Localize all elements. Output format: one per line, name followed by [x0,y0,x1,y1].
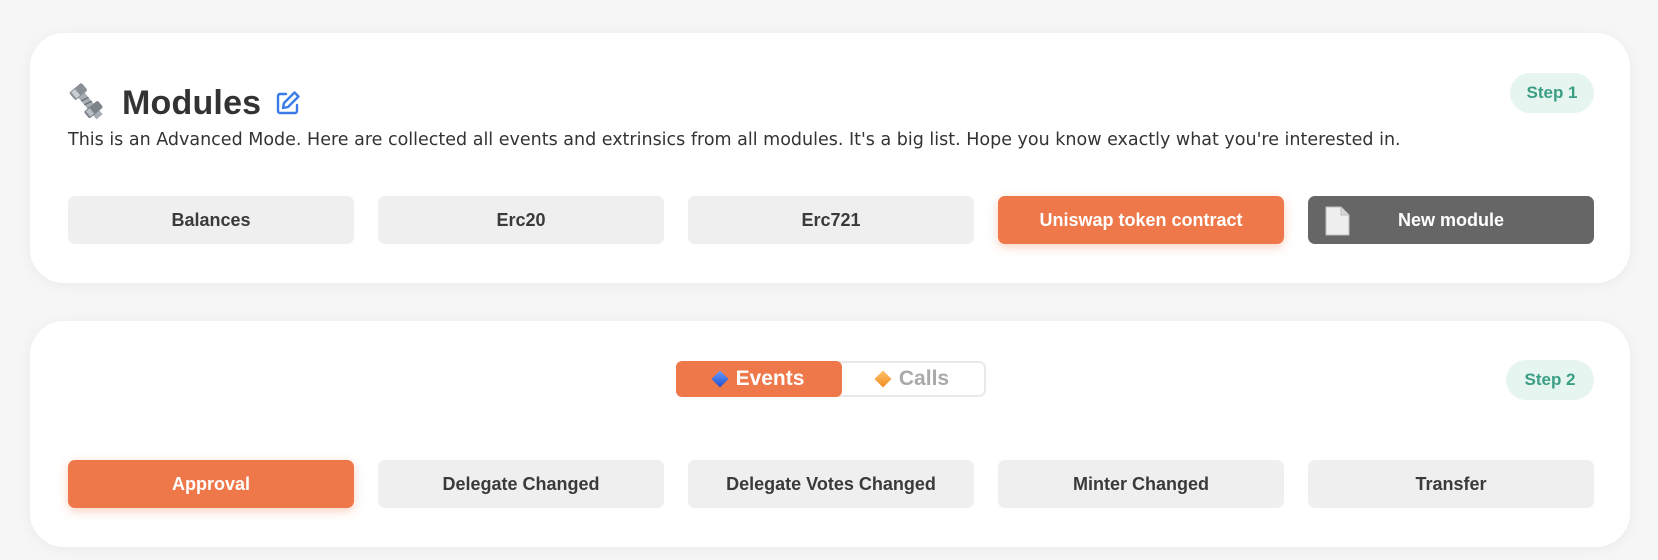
event-button-transfer[interactable]: Transfer [1308,460,1594,508]
tab-events-label: Events [735,367,805,390]
bolt-icon [69,83,103,120]
new-module-label: New module [1397,209,1504,230]
event-button-delegate-changed[interactable]: Delegate Changed [378,460,664,508]
orange-diamond-icon [874,370,892,388]
page-title: Modules [122,83,262,122]
tab-events[interactable]: Events [676,361,842,397]
file-icon [1325,206,1350,236]
modules-list: Balances Erc20 Erc721 Uniswap token cont… [68,196,1594,244]
events-card: Events Calls Step 2 Approval Delegate Ch… [30,321,1630,547]
event-button-delegate-votes-changed[interactable]: Delegate Votes Changed [688,460,974,508]
tab-calls[interactable]: Calls [842,363,984,395]
blue-diamond-icon [711,370,729,388]
events-list: Approval Delegate Changed Delegate Votes… [68,460,1594,508]
module-button-erc20[interactable]: Erc20 [378,196,664,244]
tab-calls-label: Calls [898,367,950,390]
mode-description: This is an Advanced Mode. Here are colle… [68,130,1401,150]
event-button-minter-changed[interactable]: Minter Changed [998,460,1284,508]
module-button-erc721[interactable]: Erc721 [688,196,974,244]
step-badge: Step 2 [1506,360,1594,400]
step-badge: Step 1 [1510,73,1594,113]
module-button-uniswap[interactable]: Uniswap token contract [998,196,1284,244]
modules-header: Modules [68,75,301,131]
new-module-button[interactable]: New module [1308,196,1594,244]
module-button-balances[interactable]: Balances [68,196,354,244]
events-calls-toggle: Events Calls [676,361,986,397]
event-button-approval[interactable]: Approval [68,460,354,508]
edit-icon[interactable] [275,90,301,116]
modules-card: Modules Step 1 This is an Advanced Mode.… [30,33,1630,283]
